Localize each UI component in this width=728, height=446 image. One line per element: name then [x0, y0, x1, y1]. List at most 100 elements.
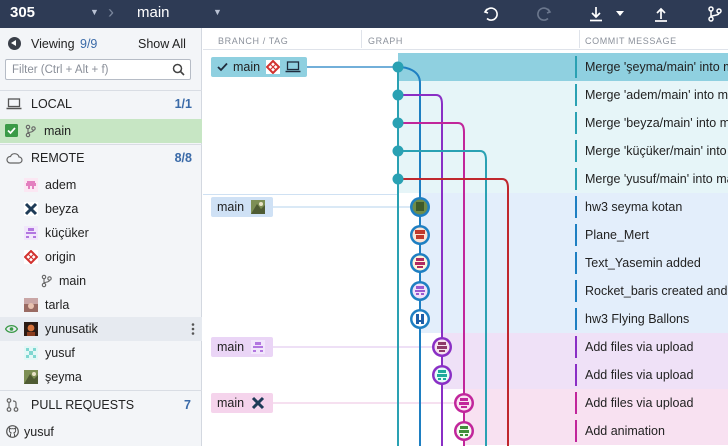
- search-icon[interactable]: [172, 63, 185, 76]
- git-branch-icon: [25, 124, 36, 138]
- left-panel: Viewing 9/9 Show All LOCAL 1/1 main REMO…: [0, 28, 202, 446]
- commit-message[interactable]: Merge 'beyza/main' into main: [585, 116, 728, 130]
- branch-tag-label: main: [217, 340, 245, 354]
- back-arrow-icon[interactable]: [8, 37, 21, 50]
- local-label: LOCAL: [31, 97, 72, 111]
- branch-button[interactable]: [703, 2, 727, 26]
- repo-name[interactable]: 305: [10, 4, 35, 21]
- commit-color-bar: [575, 56, 577, 78]
- remote-item-seyma[interactable]: şeyma: [0, 365, 202, 389]
- pull-button[interactable]: [584, 2, 608, 26]
- breadcrumb-separator-icon: ›: [108, 2, 114, 22]
- remote-item-origin-main[interactable]: main: [0, 269, 202, 293]
- redo-button[interactable]: [532, 2, 556, 26]
- remote-item-label: origin: [45, 250, 76, 264]
- show-all-button[interactable]: Show All: [138, 37, 186, 51]
- commit-color-bar: [575, 280, 577, 302]
- avatar: [24, 298, 38, 312]
- commit-color-bar: [575, 336, 577, 358]
- remote-item-label: küçüker: [45, 226, 89, 240]
- commit-message[interactable]: Add animation: [585, 424, 665, 438]
- remote-item-label: yunusatik: [45, 322, 98, 336]
- remote-item-label: tarla: [45, 298, 70, 312]
- commit-message[interactable]: Add files via upload: [585, 340, 693, 354]
- eye-icon[interactable]: [5, 324, 18, 334]
- laptop-icon: [285, 61, 301, 73]
- remote-item-origin[interactable]: origin: [0, 245, 202, 269]
- branch-tag-main-head[interactable]: main: [211, 57, 307, 77]
- remote-item-label: adem: [45, 178, 77, 192]
- commit-color-bar: [575, 196, 577, 218]
- github-icon: [6, 425, 19, 438]
- commit-message[interactable]: Rocket_baris created and added: [585, 284, 728, 298]
- commit-color-bar: [575, 364, 577, 386]
- remote-item-adem[interactable]: adem: [0, 173, 202, 197]
- remote-item-kucuker[interactable]: küçüker: [0, 221, 202, 245]
- avatar: [24, 202, 38, 216]
- push-button[interactable]: [649, 2, 673, 26]
- remote-item-beyza[interactable]: beyza: [0, 197, 202, 221]
- commit-message[interactable]: Add files via upload: [585, 396, 693, 410]
- local-section-header[interactable]: LOCAL 1/1: [0, 90, 202, 116]
- commit-color-bar: [575, 308, 577, 330]
- branch-tag-main-beyza[interactable]: main: [211, 393, 273, 413]
- checkbox-checked-icon[interactable]: [5, 124, 18, 137]
- branch-dropdown-caret-icon[interactable]: ▼: [213, 7, 222, 17]
- commit-color-bar: [575, 252, 577, 274]
- commit-color-bar: [575, 392, 577, 414]
- local-count: 1/1: [174, 97, 192, 111]
- pull-request-icon: [6, 398, 19, 412]
- branch-tag-main-kucuker[interactable]: main: [211, 337, 273, 357]
- filter-input[interactable]: [6, 60, 166, 79]
- commit-message[interactable]: Plane_Mert: [585, 228, 649, 242]
- more-options-icon[interactable]: [191, 322, 195, 336]
- viewing-count: 9/9: [80, 37, 98, 51]
- undo-button[interactable]: [479, 2, 503, 26]
- remote-item-tarla[interactable]: tarla: [0, 293, 202, 317]
- chevron-down-icon: [616, 11, 624, 16]
- git-client-window: 305 ▼ › main ▼ Viewing 9/9 Show All Filt…: [0, 0, 728, 446]
- commit-message[interactable]: hw3 Flying Ballons: [585, 312, 689, 326]
- pull-request-item-yusuf[interactable]: yusuf: [0, 420, 202, 444]
- remote-item-yusuf[interactable]: yusuf: [0, 341, 202, 365]
- remote-count: 8/8: [174, 151, 192, 165]
- avatar: [251, 396, 265, 410]
- commit-message[interactable]: Merge 'adem/main' into main: [585, 88, 728, 102]
- avatar: [24, 226, 38, 240]
- avatar: [24, 346, 38, 360]
- commit-message[interactable]: Merge 'küçüker/main' into main: [585, 144, 728, 158]
- commit-message[interactable]: Add files via upload: [585, 368, 693, 382]
- toolbar: 305 ▼ › main ▼: [0, 0, 728, 28]
- branch-name[interactable]: main: [137, 4, 170, 21]
- filter-box: [5, 59, 191, 80]
- pull-requests-section-header[interactable]: PULL REQUESTS 7: [0, 390, 202, 418]
- remote-item-label: yusuf: [45, 346, 75, 360]
- branch-tag-main-seyma[interactable]: main: [211, 197, 273, 217]
- commit-message[interactable]: Merge 'şeyma/main' into main: [585, 60, 728, 74]
- avatar: [24, 322, 38, 336]
- commit-graph-panel: BRANCH / TAG GRAPH COMMIT MESSAGE main m…: [203, 28, 728, 446]
- commit-color-bar: [575, 140, 577, 162]
- remote-item-label: main: [59, 274, 87, 288]
- git-branch-icon: [41, 274, 52, 288]
- pull-requests-label: PULL REQUESTS: [31, 398, 135, 412]
- remote-label: REMOTE: [31, 151, 85, 165]
- avatar: [24, 250, 38, 264]
- viewing-label: Viewing: [31, 37, 75, 51]
- remote-item-yunusatik[interactable]: yunusatik: [0, 317, 202, 341]
- redo-icon: [537, 7, 552, 21]
- commit-message[interactable]: Merge 'yusuf/main' into main: [585, 172, 728, 186]
- avatar: [24, 178, 38, 192]
- commit-message[interactable]: hw3 seyma kotan: [585, 200, 682, 214]
- git-branch-icon: [708, 6, 722, 22]
- pull-options-caret[interactable]: [614, 2, 626, 26]
- remote-section-header[interactable]: REMOTE 8/8: [0, 144, 202, 170]
- local-branch-main[interactable]: main: [0, 119, 202, 143]
- local-item-label: main: [44, 124, 72, 138]
- pull-request-label: yusuf: [24, 425, 54, 439]
- repo-dropdown-caret-icon[interactable]: ▼: [90, 7, 99, 17]
- laptop-icon: [6, 98, 22, 110]
- commit-message[interactable]: Text_Yasemin added: [585, 256, 701, 270]
- push-icon: [655, 7, 667, 22]
- avatar: [251, 200, 265, 214]
